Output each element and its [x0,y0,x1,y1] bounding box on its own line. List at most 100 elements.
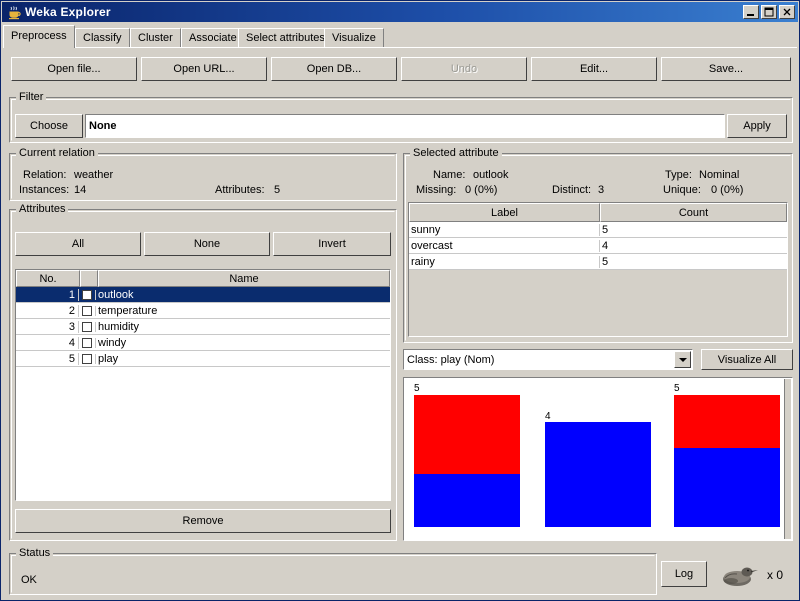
table-row[interactable]: overcast 4 [409,238,787,254]
attribute-name: windy [98,336,127,349]
count-column-header[interactable]: Count [600,203,787,222]
chevron-down-icon[interactable] [674,351,691,368]
bar-value-label: 5 [414,383,420,394]
undo-button[interactable]: Undo [401,57,527,81]
histogram-bar [414,395,520,527]
checkbox-icon [82,353,92,364]
attribute-name: outlook [98,288,134,301]
relation-value: weather [74,169,114,181]
attributes-table[interactable]: No. Name 1 outlook 2 temperature 3 humid… [15,269,391,501]
attr-type-key: Type: [665,169,692,181]
tab-visualize[interactable]: Visualize [324,28,384,47]
attr-missing-value: 0 (0%) [465,184,498,196]
relation-key: Relation: [23,169,67,181]
filter-choose-button[interactable]: Choose [15,114,83,138]
weka-bird-icon[interactable] [717,561,763,589]
log-button[interactable]: Log [661,561,707,587]
attribute-checkbox[interactable] [79,337,96,348]
open-db-button[interactable]: Open DB... [271,57,397,81]
bar-segment-no [674,395,780,448]
table-row[interactable]: 4 windy [16,335,390,351]
table-row[interactable]: 3 humidity [16,319,390,335]
filter-group-title: Filter [16,92,47,103]
table-row[interactable]: 2 temperature [16,303,390,319]
attr-count: 5 [602,223,609,236]
maximize-button[interactable] [761,5,777,19]
save-button[interactable]: Save... [661,57,791,81]
edit-button[interactable]: Edit... [531,57,657,81]
table-empty-area [409,270,787,336]
attribute-no: 2 [16,304,79,317]
window-controls [743,5,796,19]
minimize-button[interactable] [743,5,759,19]
histogram-scrollbar[interactable] [784,379,791,539]
label-count-row-list: sunny 5 overcast 4 rainy 5 [409,222,787,270]
remove-attributes-button[interactable]: Remove [15,509,391,533]
table-row[interactable]: 1 outlook [16,287,390,303]
bar-segment-no [414,395,520,475]
attributes-col-no[interactable]: No. [16,270,80,287]
attr-unique-key: Unique: [663,184,701,196]
class-selector-value: Class: play (Nom) [407,353,495,366]
instances-key: Instances: [19,184,70,196]
select-none-button[interactable]: None [144,232,270,256]
bar-segment-yes [545,422,651,527]
open-url-button[interactable]: Open URL... [141,57,267,81]
attr-label: rainy [409,255,600,268]
status-text: OK [21,574,37,586]
current-relation-title: Current relation [16,148,98,159]
attribute-no: 5 [16,352,79,365]
java-cup-icon [6,4,22,20]
tab-separator [3,47,797,48]
attribute-checkbox[interactable] [79,305,96,316]
table-row[interactable]: 5 play [16,351,390,367]
filter-apply-button[interactable]: Apply [727,114,787,138]
close-button[interactable] [779,5,795,19]
attributes-key: Attributes: [215,184,265,196]
tab-select-attributes[interactable]: Select attributes [238,28,333,47]
label-count-table[interactable]: Label Count sunny 5 overcast 4 rainy 5 [408,202,788,337]
weka-explorer-window: Weka Explorer Preprocess Classify Cluste… [0,0,800,601]
attributes-col-name[interactable]: Name [98,270,390,287]
checkbox-icon [82,321,92,332]
table-row[interactable]: rainy 5 [409,254,787,270]
attributes-row-list: 1 outlook 2 temperature 3 humidity 4 win… [16,287,390,367]
bar-segment-yes [414,474,520,527]
attribute-checkbox[interactable] [79,289,96,300]
filter-value-field[interactable]: None [85,114,725,138]
attr-count: 4 [602,239,609,252]
attr-unique-value: 0 (0%) [711,184,744,196]
select-invert-button[interactable]: Invert [273,232,391,256]
attribute-no: 1 [16,288,79,301]
status-group: Status [9,548,657,595]
attribute-name: humidity [98,320,139,333]
open-file-button[interactable]: Open file... [11,57,137,81]
checkbox-icon [82,289,92,300]
attr-count: 5 [602,255,609,268]
bar-segment-yes [674,447,780,527]
tab-cluster[interactable]: Cluster [130,28,181,47]
visualize-all-button[interactable]: Visualize All [701,349,793,370]
attr-name-key: Name: [433,169,466,181]
select-all-button[interactable]: All [15,232,141,256]
attributes-group-title: Attributes [16,204,69,215]
class-selector-combo[interactable]: Class: play (Nom) [403,349,693,370]
label-column-header[interactable]: Label [409,203,600,222]
tab-associate[interactable]: Associate [181,28,245,47]
attribute-checkbox[interactable] [79,353,96,364]
attribute-no: 4 [16,336,79,349]
instances-value: 14 [74,184,87,196]
tab-classify[interactable]: Classify [75,28,130,47]
tab-preprocess[interactable]: Preprocess [3,25,75,48]
attribute-checkbox[interactable] [79,321,96,332]
attribute-name: temperature [98,304,158,317]
window-title: Weka Explorer [25,5,111,19]
checkbox-icon [82,305,92,316]
attr-type-value: Nominal [699,169,740,181]
attr-label: overcast [409,239,600,252]
attribute-histogram[interactable]: 5 4 5 [403,377,793,541]
attributes-col-check[interactable] [80,270,98,287]
tab-bar: Preprocess Classify Cluster Associate Se… [3,25,797,48]
table-row[interactable]: sunny 5 [409,222,787,238]
selected-attribute-title: Selected attribute [410,148,502,159]
